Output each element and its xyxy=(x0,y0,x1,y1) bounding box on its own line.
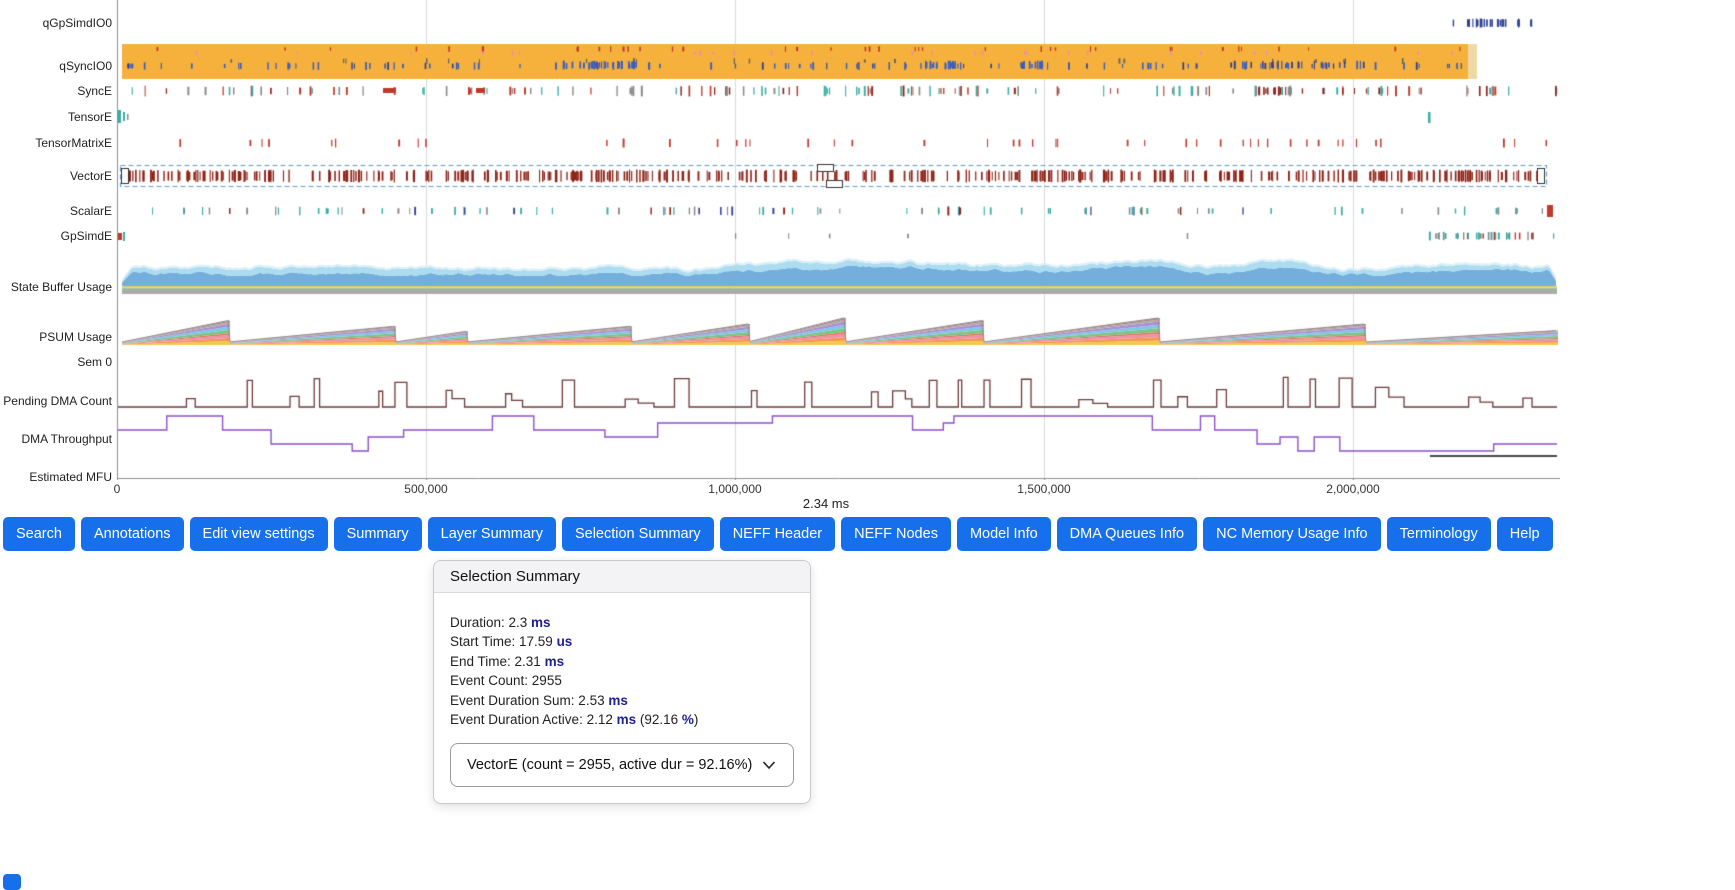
selection-summary-popup: Selection Summary Duration: 2.3 ms Start… xyxy=(433,560,811,804)
row-label-pending-dma-count[interactable]: Pending DMA Count xyxy=(0,394,112,408)
stat-start-time: Start Time: 17.59 us xyxy=(450,632,794,651)
axis-tick-0: 0 xyxy=(114,482,121,496)
axis-tick-1: 500,000 xyxy=(404,482,447,496)
stat-duration: Duration: 2.3 ms xyxy=(450,613,794,632)
row-label-vectore[interactable]: VectorE xyxy=(0,169,112,183)
row-label-scalare[interactable]: ScalarE xyxy=(0,204,112,218)
terminology-button[interactable]: Terminology xyxy=(1387,517,1491,551)
popup-title: Selection Summary xyxy=(434,561,810,593)
layer-summary-button[interactable]: Layer Summary xyxy=(428,517,556,551)
search-button[interactable]: Search xyxy=(3,517,75,551)
row-label-sem0[interactable]: Sem 0 xyxy=(0,355,112,369)
dma-queues-info-button[interactable]: DMA Queues Info xyxy=(1057,517,1197,551)
axis-tick-2: 1,000,000 xyxy=(708,482,761,496)
annotations-button[interactable]: Annotations xyxy=(81,517,184,551)
engine-select[interactable]: VectorE (count = 2955, active dur = 92.1… xyxy=(450,743,794,787)
chevron-down-icon xyxy=(761,757,777,773)
stat-event-duration-sum: Event Duration Sum: 2.53 ms xyxy=(450,691,794,710)
summary-button[interactable]: Summary xyxy=(334,517,422,551)
toolbar: Search Annotations Edit view settings Su… xyxy=(3,517,1553,551)
axis-tick-3: 1,500,000 xyxy=(1017,482,1070,496)
row-label-tensormatrixe[interactable]: TensorMatrixE xyxy=(0,136,112,150)
row-label-synce[interactable]: SyncE xyxy=(0,84,112,98)
axis-tick-4: 2,000,000 xyxy=(1326,482,1379,496)
engine-select-label: VectorE (count = 2955, active dur = 92.1… xyxy=(467,757,752,773)
stat-event-count: Event Count: 2955 xyxy=(450,671,794,690)
timeline-canvas[interactable] xyxy=(0,0,1560,480)
nc-memory-usage-info-button[interactable]: NC Memory Usage Info xyxy=(1203,517,1381,551)
axis-duration-label: 2.34 ms xyxy=(803,496,849,511)
popup-body: Duration: 2.3 ms Start Time: 17.59 us En… xyxy=(434,593,810,803)
stat-end-time: End Time: 2.31 ms xyxy=(450,652,794,671)
profiler-app: qGpSimdIO0 qSyncIO0 SyncE TensorE Tensor… xyxy=(0,0,1735,890)
edit-view-settings-button[interactable]: Edit view settings xyxy=(190,517,328,551)
row-label-state-buffer-usage[interactable]: State Buffer Usage xyxy=(0,280,112,294)
partial-button[interactable] xyxy=(3,874,21,890)
model-info-button[interactable]: Model Info xyxy=(957,517,1051,551)
stat-event-duration-active: Event Duration Active: 2.12 ms (92.16 %) xyxy=(450,710,794,729)
row-label-dma-throughput[interactable]: DMA Throughput xyxy=(0,432,112,446)
neff-nodes-button[interactable]: NEFF Nodes xyxy=(841,517,951,551)
help-button[interactable]: Help xyxy=(1497,517,1553,551)
row-label-gpsimde[interactable]: GpSimdE xyxy=(0,229,112,243)
timeline-panel: qGpSimdIO0 qSyncIO0 SyncE TensorE Tensor… xyxy=(0,0,1735,515)
row-label-estimated-mfu[interactable]: Estimated MFU xyxy=(0,470,112,484)
row-label-psum-usage[interactable]: PSUM Usage xyxy=(0,330,112,344)
row-label-tensore[interactable]: TensorE xyxy=(0,110,112,124)
row-label-qsyncio0[interactable]: qSyncIO0 xyxy=(0,59,112,73)
selection-summary-button[interactable]: Selection Summary xyxy=(562,517,714,551)
row-label-qgpsimdio0[interactable]: qGpSimdIO0 xyxy=(0,16,112,30)
neff-header-button[interactable]: NEFF Header xyxy=(720,517,835,551)
